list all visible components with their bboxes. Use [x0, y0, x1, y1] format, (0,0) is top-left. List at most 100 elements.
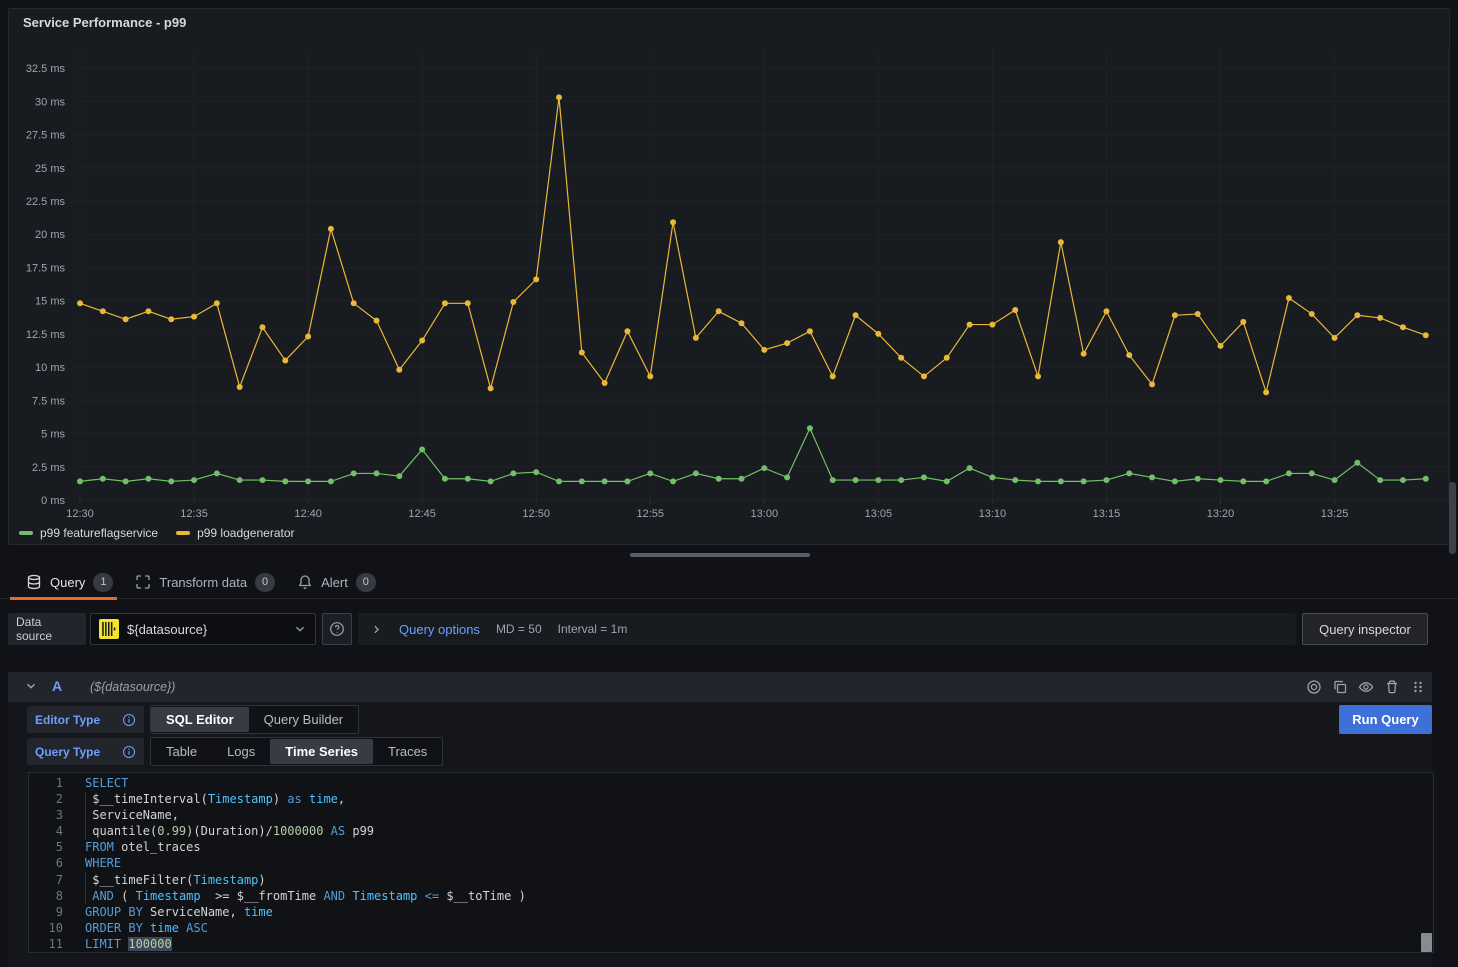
sql-token: ServiceName,: [143, 905, 244, 919]
svg-text:13:05: 13:05: [865, 508, 893, 520]
sql-token: quantile(: [85, 824, 157, 838]
query-inspector-button[interactable]: Query inspector: [1302, 613, 1428, 645]
query-type-traces[interactable]: Traces: [373, 739, 442, 764]
legend-label: p99 featureflagservice: [40, 526, 158, 540]
duplicate-icon[interactable]: [1332, 679, 1348, 695]
sql-token: Timestamp: [208, 792, 273, 806]
query-row-header[interactable]: A (${datasource}): [8, 672, 1432, 702]
sql-token: $__timeInterval(: [85, 792, 208, 806]
editor-type-query-builder[interactable]: Query Builder: [249, 707, 358, 732]
editor-type-field: Editor Type: [27, 706, 144, 733]
query-editor-body: Editor Type SQL Editor Query Builder Que…: [8, 702, 1432, 967]
sql-token: FROM: [85, 840, 114, 854]
sql-token: $__toTime ): [439, 889, 526, 903]
svg-text:22.5 ms: 22.5 ms: [26, 196, 66, 208]
interval-value: Interval = 1m: [558, 622, 628, 636]
tab-badge: 1: [93, 573, 113, 592]
max-data-points: MD = 50: [496, 622, 542, 636]
sql-token: Timestamp: [352, 889, 417, 903]
line-number: 9: [29, 904, 63, 920]
tab-transform-data[interactable]: Transform data 0: [135, 566, 275, 599]
sql-line[interactable]: 4 quantile(0.99)(Duration)/1000000 AS p9…: [29, 823, 1433, 839]
query-type-logs[interactable]: Logs: [212, 739, 270, 764]
sql-token: as: [287, 792, 301, 806]
sql-token: AND: [323, 889, 345, 903]
info-icon[interactable]: [122, 745, 136, 759]
editor-scrollbar-thumb[interactable]: [1421, 933, 1432, 952]
tab-query[interactable]: Query 1: [26, 566, 113, 599]
query-options-link[interactable]: Query options: [399, 622, 480, 637]
sql-token: ASC: [186, 921, 208, 935]
editor-type-label: Editor Type: [35, 713, 100, 727]
sql-token: [417, 889, 424, 903]
sql-line[interactable]: 9 GROUP BY ServiceName, time: [29, 904, 1433, 920]
vertical-scrollbar[interactable]: [1449, 482, 1456, 554]
sql-token: GROUP BY: [85, 905, 143, 919]
datasource-help-button[interactable]: [322, 613, 352, 645]
tab-alert[interactable]: Alert 0: [297, 566, 376, 599]
editor-type-group: SQL Editor Query Builder: [150, 705, 359, 734]
line-number: 4: [29, 823, 63, 839]
sql-token: Timestamp: [193, 873, 258, 887]
query-actions: [1306, 672, 1426, 702]
svg-text:12:30: 12:30: [66, 508, 94, 520]
timeseries-chart[interactable]: 0 ms2.5 ms5 ms7.5 ms10 ms12.5 ms15 ms17.…: [9, 9, 1451, 546]
query-type-table[interactable]: Table: [151, 739, 212, 764]
editor-type-sql-editor[interactable]: SQL Editor: [151, 707, 249, 732]
svg-text:32.5 ms: 32.5 ms: [26, 63, 66, 75]
sql-line[interactable]: 8 AND ( Timestamp >= $__fromTime AND Tim…: [29, 888, 1433, 904]
svg-text:12:45: 12:45: [408, 508, 436, 520]
sql-token: <=: [425, 889, 439, 903]
hide-icon[interactable]: [1358, 679, 1374, 695]
database-icon: [26, 574, 42, 590]
tab-label: Query: [50, 575, 85, 590]
query-ref-id[interactable]: A: [52, 678, 62, 694]
sql-line[interactable]: 7 $__timeFilter(Timestamp): [29, 872, 1433, 888]
tab-badge: 0: [356, 573, 376, 592]
line-number: 1: [29, 775, 63, 791]
svg-text:13:25: 13:25: [1321, 508, 1349, 520]
svg-text:15 ms: 15 ms: [35, 296, 65, 308]
sql-token: >= $__fromTime: [201, 889, 324, 903]
transform-icon: [135, 574, 151, 590]
sql-line[interactable]: 11LIMIT 100000: [29, 936, 1433, 952]
sql-line[interactable]: 2 $__timeInterval(Timestamp) as time,: [29, 791, 1433, 807]
datasource-picker[interactable]: ${datasource}: [90, 613, 316, 645]
sql-token: time: [244, 905, 273, 919]
run-query-button[interactable]: Run Query: [1339, 705, 1432, 734]
bell-icon: [297, 574, 313, 590]
disable-icon[interactable]: [1306, 679, 1322, 695]
sql-token: ,: [338, 792, 345, 806]
query-options-bar[interactable]: Query options MD = 50 Interval = 1m: [358, 613, 1296, 645]
query-type-group: Table Logs Time Series Traces: [150, 737, 443, 766]
sql-token: [302, 792, 309, 806]
legend-item[interactable]: p99 featureflagservice: [19, 526, 158, 540]
sql-token: 0.99: [157, 824, 186, 838]
horizontal-scrollbar[interactable]: [630, 553, 810, 557]
line-number: 11: [29, 936, 63, 952]
line-number: 6: [29, 855, 63, 871]
sql-line[interactable]: 1SELECT: [29, 775, 1433, 791]
sql-token: ORDER BY: [85, 921, 143, 935]
query-datasource-hint: (${datasource}): [90, 680, 175, 694]
sql-line[interactable]: 5FROM otel_traces: [29, 839, 1433, 855]
legend-item[interactable]: p99 loadgenerator: [176, 526, 294, 540]
chevron-down-icon: [293, 622, 307, 636]
query-type-time-series[interactable]: Time Series: [270, 739, 373, 764]
line-number: 8: [29, 888, 63, 904]
sql-line[interactable]: 3 ServiceName,: [29, 807, 1433, 823]
svg-text:12.5 ms: 12.5 ms: [26, 329, 66, 341]
sql-line[interactable]: 6WHERE: [29, 855, 1433, 871]
info-icon[interactable]: [122, 713, 136, 727]
svg-text:30 ms: 30 ms: [35, 96, 65, 108]
collapse-chevron-icon[interactable]: [24, 679, 38, 696]
sql-token: ): [258, 873, 265, 887]
svg-text:5 ms: 5 ms: [41, 429, 65, 441]
sql-token: ServiceName,: [85, 808, 179, 822]
delete-icon[interactable]: [1384, 679, 1400, 695]
svg-text:0 ms: 0 ms: [41, 495, 65, 507]
sql-editor[interactable]: 1SELECT2 $__timeInterval(Timestamp) as t…: [28, 772, 1434, 953]
drag-icon[interactable]: [1410, 679, 1426, 695]
svg-text:2.5 ms: 2.5 ms: [32, 462, 66, 474]
sql-line[interactable]: 10ORDER BY time ASC: [29, 920, 1433, 936]
